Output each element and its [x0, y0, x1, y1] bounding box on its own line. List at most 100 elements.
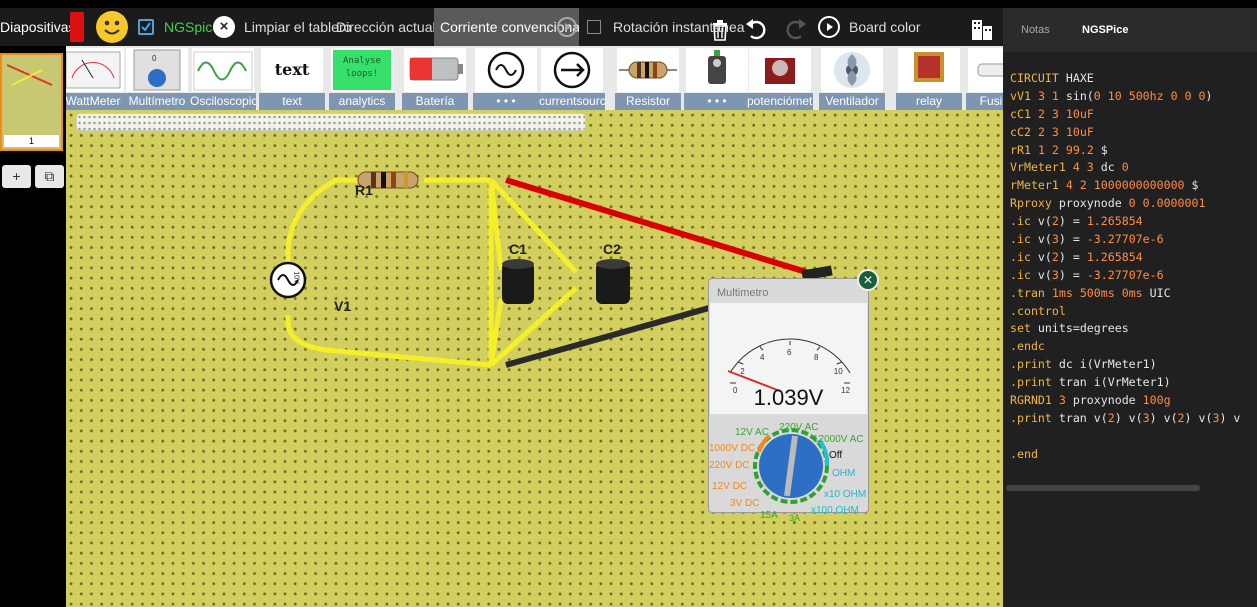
building-graphic	[972, 20, 992, 40]
dial-3a[interactable]: 3A	[789, 513, 800, 523]
scale-tick	[836, 361, 843, 365]
component-analytics[interactable]: Analyse loops! analytics	[329, 46, 395, 110]
dial-3v-dc[interactable]: 3V DC	[730, 498, 759, 509]
dial-x10-ohm[interactable]: x10 OHM	[824, 489, 866, 500]
smiley-face-graphic	[104, 20, 120, 35]
component-label: WattMeter	[66, 93, 126, 110]
netlist-line: .print dc i(VrMeter1)	[1010, 357, 1157, 372]
play-circle-icon[interactable]	[557, 17, 577, 37]
scale-tick	[759, 346, 764, 351]
scale-tick-label: 6	[787, 348, 792, 358]
netlist-line: .tran 1ms 500ms 0ms UIC	[1010, 285, 1171, 300]
r1-label: R1	[355, 182, 373, 198]
undo-graphic	[746, 19, 766, 40]
slide-preview-graphic	[6, 64, 53, 86]
redo-graphic	[786, 19, 806, 40]
dial-12000v-ac[interactable]: 12000V AC	[813, 434, 864, 445]
potentiometer-icon	[749, 48, 811, 92]
netlist-line: .print tran v(2) v(3) v(2) v(3) v	[1010, 410, 1241, 425]
dial-ohm[interactable]: OHM	[832, 468, 855, 479]
slide-thumbnail[interactable]: 1	[0, 53, 63, 151]
svg-text:0: 0	[152, 54, 157, 63]
clear-board-close-icon[interactable]: ×	[213, 16, 235, 38]
component-fan[interactable]: Ventilador	[819, 46, 885, 110]
direction-label: Dirección actual:	[336, 19, 440, 35]
red-probe-lead	[505, 177, 817, 278]
component-text[interactable]: text text	[259, 46, 325, 110]
ac-source-icon	[475, 48, 537, 92]
circuit-board[interactable]: R1 V1 C1 C2 10V Multimetro × 0 2 4 6 8 10 12 1…	[66, 110, 1003, 607]
trash-icon[interactable]	[711, 17, 729, 41]
component-wattmeter[interactable]: WattMeter	[66, 46, 126, 110]
multimeter-title: Multimetro	[717, 287, 769, 299]
dial-220v-dc[interactable]: 220V DC	[709, 460, 750, 471]
ngspice-checkbox[interactable]	[138, 19, 154, 35]
rotation-checkbox[interactable]	[587, 20, 601, 34]
component-label: Multímetro	[124, 93, 190, 110]
panel-tabs: Notas NGSPice	[1003, 8, 1257, 52]
text-icon: text	[261, 48, 323, 92]
tab-notes[interactable]: Notas	[1021, 8, 1050, 52]
wire-v1-bottom	[285, 315, 492, 368]
netlist-line: Rproxy proxynode 0 0.0000001	[1010, 196, 1206, 211]
smiley-icon[interactable]	[96, 11, 128, 43]
component-label: relay	[896, 93, 962, 110]
component-current-source[interactable]: currentsource	[539, 46, 605, 110]
scale-tick-label: 10	[833, 367, 843, 377]
component-fuse[interactable]: Fusible	[966, 46, 1003, 110]
component-label: Ventilador	[819, 93, 885, 110]
power-switch-icon[interactable]	[70, 12, 84, 42]
netlist-line: .control	[1010, 303, 1066, 318]
dial-15a[interactable]: 15A	[760, 510, 778, 521]
component-battery[interactable]: Batería	[402, 46, 468, 110]
netlist-code[interactable]: CIRCUIT HAXE vV1 3 1 sin(0 10 500hz 0 0 0…	[1010, 70, 1240, 464]
netlist-line: .endc	[1010, 339, 1045, 354]
fan-icon	[821, 48, 883, 92]
component-label: Fusible	[966, 93, 1003, 110]
undo-icon[interactable]	[745, 16, 769, 40]
multimeter[interactable]: Multimetro × 0 2 4 6 8 10 12 1.039V 12V AC	[708, 269, 879, 523]
component-label: • • •	[684, 93, 750, 110]
scale-tick-label: 8	[814, 353, 819, 363]
netlist-line	[1010, 428, 1240, 446]
component-oscilloscope[interactable]: Osciloscopio	[190, 46, 256, 110]
copy-slide-button[interactable]: ⧉	[35, 165, 64, 188]
scale-tick-label: 4	[760, 353, 765, 363]
slides-label[interactable]: Diapositivas	[0, 8, 75, 46]
component-label: Osciloscopio	[190, 93, 256, 110]
component-potentiometer[interactable]: potenciómetro	[747, 46, 813, 110]
component-multimeter[interactable]: 0 Multímetro	[124, 46, 190, 110]
dial-12v-ac[interactable]: 12V AC	[735, 427, 769, 438]
dial-off[interactable]: Off	[829, 450, 842, 461]
app-window: Diapositivas NGSpice × Limpiar el tabler…	[0, 0, 1257, 607]
tab-ngspice[interactable]: NGSPice	[1082, 8, 1128, 52]
multimeter-display: 0 2 4 6 8 10 12 1.039V	[710, 303, 867, 414]
component-ac-source[interactable]: • • •	[473, 46, 539, 110]
board-color-button[interactable]: Board color	[849, 8, 921, 46]
play-triangle	[565, 23, 571, 31]
dial-12v-dc[interactable]: 12V DC	[712, 481, 747, 492]
board-color-play-icon[interactable]	[818, 16, 840, 38]
oscilloscope-icon	[192, 48, 254, 92]
ac-source-v1	[269, 261, 307, 299]
dial-x100-ohm[interactable]: x100 OHM	[811, 505, 859, 516]
dial-220v-ac[interactable]: 220V AC	[779, 422, 818, 433]
v1-source-text: 10V	[292, 271, 300, 284]
dial-1000v-dc[interactable]: 1000V DC	[709, 443, 755, 454]
component-relay[interactable]: relay	[896, 46, 962, 110]
component-label: potenciómetro	[747, 93, 813, 110]
component-label: currentsource	[539, 93, 605, 110]
netlist-line: .ic v(3) = -3.27707e-6	[1010, 232, 1164, 247]
component-switch[interactable]: • • •	[684, 46, 750, 110]
netlist-line: CIRCUIT HAXE	[1010, 71, 1094, 85]
check-icon	[141, 22, 151, 32]
analytics-icon: Analyse loops!	[331, 48, 393, 92]
horizontal-scrollbar[interactable]	[1006, 485, 1200, 491]
netlist-line: .ic v(2) = 1.265854	[1010, 214, 1143, 229]
component-resistor[interactable]: Resistor	[615, 46, 681, 110]
slides-panel: 1 + ⧉	[0, 46, 66, 607]
redo-icon[interactable]	[783, 16, 807, 40]
multimeter-close-icon[interactable]: ×	[857, 269, 879, 291]
building-icon[interactable]	[970, 16, 994, 40]
add-slide-button[interactable]: +	[2, 165, 31, 188]
